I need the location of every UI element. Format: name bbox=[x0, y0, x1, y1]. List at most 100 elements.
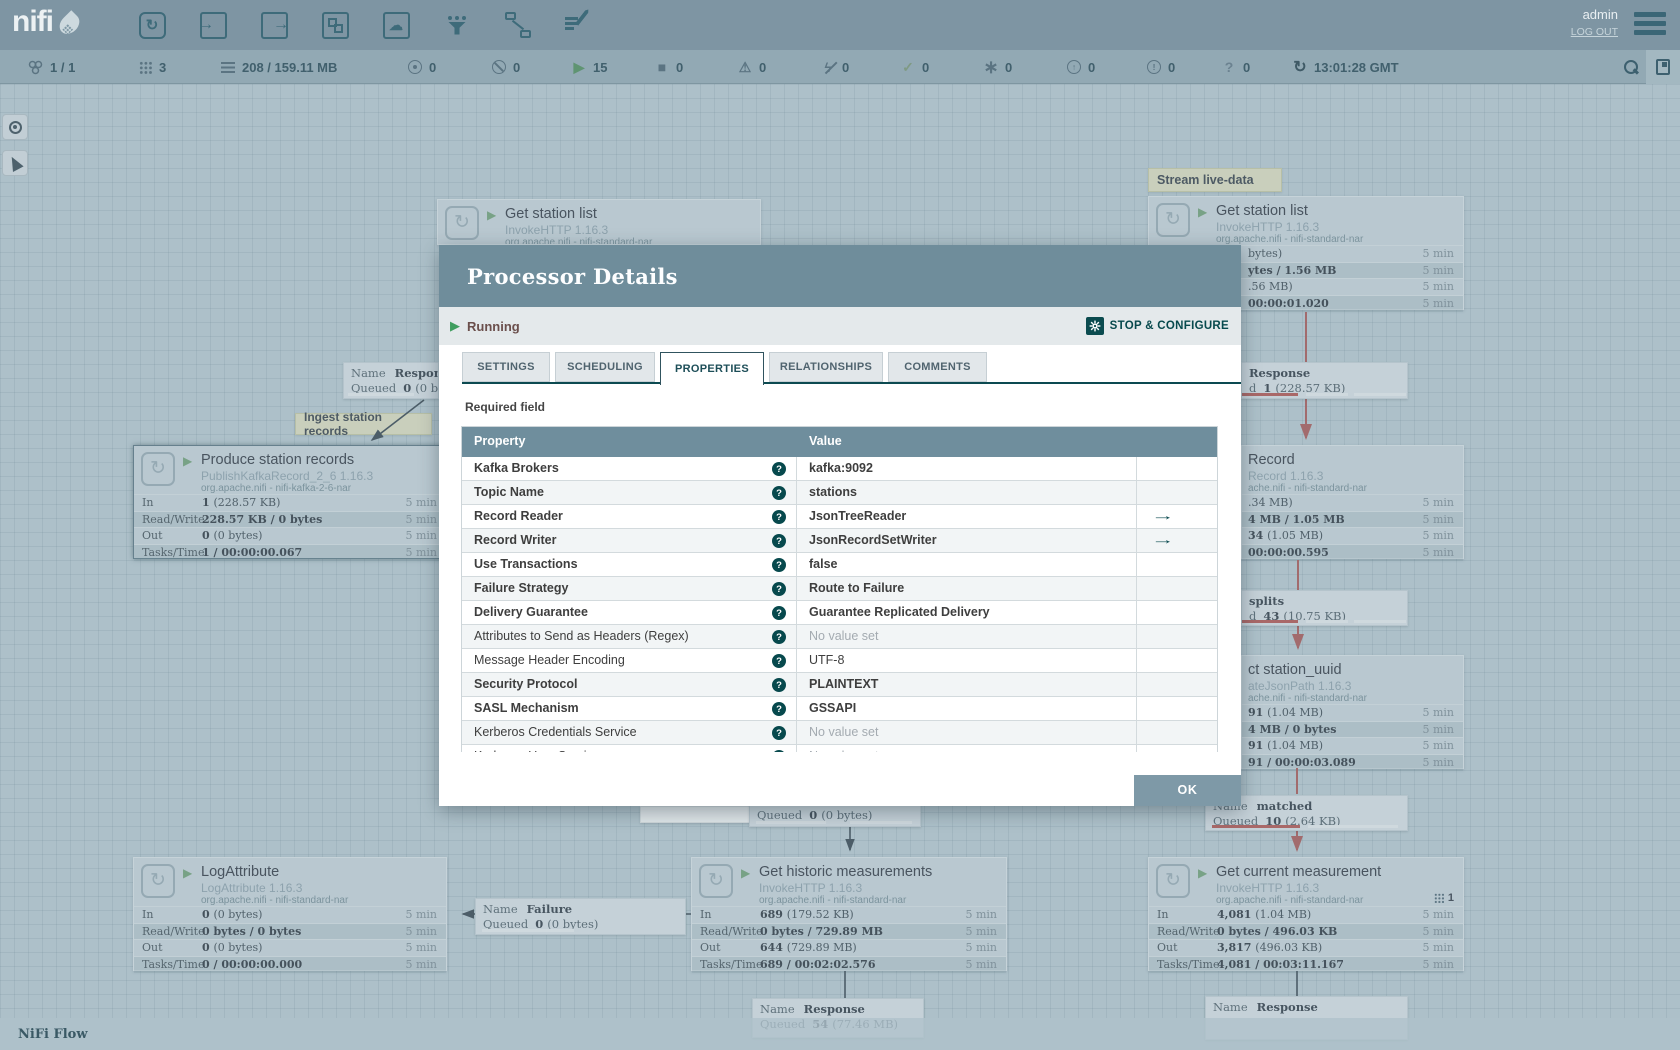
help-icon[interactable]: ? bbox=[772, 462, 786, 476]
help-icon[interactable]: ? bbox=[772, 678, 786, 692]
label-icon[interactable] bbox=[562, 8, 596, 42]
locate-button[interactable] bbox=[2, 114, 28, 140]
help-icon[interactable]: ? bbox=[772, 630, 786, 644]
connection-label-response-right[interactable]: Response d 1 (228.57 KB) bbox=[1241, 362, 1408, 399]
thread-count-badge: 1 bbox=[1433, 892, 1454, 904]
property-row: Topic Name? stations → bbox=[462, 481, 1217, 505]
property-value-cell[interactable]: JsonTreeReader bbox=[797, 505, 1137, 528]
processor-extract-station-uuid-clipped[interactable]: ct station_uuid ateJsonPath 1.16.3 ache.… bbox=[1241, 655, 1464, 771]
help-icon[interactable]: ? bbox=[772, 606, 786, 620]
queued-icon bbox=[220, 59, 236, 76]
property-value-cell[interactable]: UTF-8 bbox=[797, 649, 1137, 672]
threads-icon bbox=[1433, 893, 1444, 903]
remote-process-group-icon[interactable]: ☁ bbox=[379, 8, 413, 42]
search-button[interactable] bbox=[1624, 50, 1639, 84]
dialog-title: Processor Details bbox=[467, 263, 678, 289]
funnel-icon[interactable] bbox=[440, 8, 474, 42]
connection-label-clipped[interactable] bbox=[640, 806, 750, 823]
processor-stat-row: Out 0 (0 bytes) 5 min bbox=[134, 528, 446, 545]
dialog-status-row: ▶ Running STOP & CONFIGURE bbox=[439, 307, 1241, 345]
processor-stat-row: In 4,081 (1.04 MB) 5 min bbox=[1149, 907, 1463, 924]
processor-logattribute[interactable]: ↻ ▶ LogAttribute LogAttribute 1.16.3 org… bbox=[133, 857, 447, 973]
processor-stat-row: In 1 (228.57 KB) 5 min bbox=[134, 495, 446, 512]
property-value-cell[interactable]: Route to Failure bbox=[797, 577, 1137, 600]
dialog-tab[interactable]: RELATIONSHIPS bbox=[769, 352, 883, 382]
processor-produce-station-records[interactable]: ↻ ▶ Produce station records PublishKafka… bbox=[133, 445, 447, 561]
locally-modified-status: ∗ 0 bbox=[983, 56, 1013, 77]
refresh-icon[interactable]: ↻ bbox=[1292, 59, 1308, 76]
dialog-tab[interactable]: SCHEDULING bbox=[555, 352, 655, 382]
property-value-cell[interactable]: No value set bbox=[797, 745, 1137, 752]
invalid-icon: ⚠ bbox=[738, 58, 752, 75]
property-value-cell[interactable]: stations bbox=[797, 481, 1137, 504]
processor-get-current-measurement[interactable]: ↻ ▶ Get current measurement InvokeHTTP 1… bbox=[1148, 857, 1464, 973]
nifi-logo: nifi bbox=[12, 5, 84, 39]
processor-stat-row: Tasks/Time 1 / 00:00:00.067 5 min bbox=[134, 544, 446, 561]
process-group-icon[interactable] bbox=[318, 8, 352, 42]
property-value-cell[interactable]: false bbox=[797, 553, 1137, 576]
processor-stat-row: Tasks/Time 0 / 00:00:00.000 5 min bbox=[134, 956, 446, 973]
panel-toggle-button[interactable] bbox=[1646, 50, 1680, 84]
help-icon[interactable]: ? bbox=[772, 582, 786, 596]
status-bar: 1 / 1 3 208 / 159.11 MB 0 0 ▶ 15 ■ 0 ⚠ 0… bbox=[0, 50, 1680, 84]
help-icon[interactable]: ? bbox=[772, 558, 786, 572]
refresh-status[interactable]: ↻ 13:01:28 GMT bbox=[1292, 50, 1398, 84]
property-value-cell[interactable]: PLAINTEXT bbox=[797, 673, 1137, 696]
processor-stat-row: In 0 (0 bytes) 5 min bbox=[134, 907, 446, 924]
stop-and-configure-button[interactable]: STOP & CONFIGURE bbox=[1085, 307, 1229, 345]
connection-label-failure[interactable]: Name Failure Queued 0 (0 bytes) bbox=[475, 898, 686, 935]
nifi-drop-icon bbox=[55, 10, 84, 38]
property-name-cell: Delivery Guarantee? bbox=[462, 601, 797, 624]
goto-arrow-icon[interactable]: → bbox=[1151, 529, 1175, 552]
question-icon: ? bbox=[1224, 59, 1234, 75]
help-icon[interactable]: ? bbox=[772, 510, 786, 524]
output-port-icon[interactable]: → bbox=[257, 8, 291, 42]
dialog-tab[interactable]: SETTINGS bbox=[462, 352, 550, 382]
help-icon[interactable]: ? bbox=[772, 654, 786, 668]
property-value-cell[interactable]: kafka:9092 bbox=[797, 457, 1137, 480]
dialog-tab[interactable]: PROPERTIES bbox=[660, 352, 764, 385]
processor-record-clipped[interactable]: Record Record 1.16.3 ache.nifi - nifi-st… bbox=[1241, 445, 1464, 561]
flow-label-stream-live-data[interactable]: Stream live-data bbox=[1148, 168, 1282, 192]
help-icon[interactable]: ? bbox=[772, 750, 786, 752]
property-value-cell[interactable]: JsonRecordSetWriter bbox=[797, 529, 1137, 552]
dialog-tab[interactable]: COMMENTS bbox=[888, 352, 987, 382]
connection-label-splits[interactable]: splits d 43 (10.75 KB) bbox=[1241, 590, 1408, 626]
processor-icon: ↻ bbox=[141, 452, 175, 486]
connection-label-queued-mid[interactable]: Queued 0 (0 bytes) bbox=[749, 804, 921, 827]
processor-toolbar-icon[interactable]: ↻ bbox=[135, 8, 169, 42]
required-field-note: Required field bbox=[465, 400, 546, 414]
processor-stat-row: Tasks/Time 4,081 / 00:03:11.167 5 min bbox=[1149, 956, 1463, 973]
property-value-cell[interactable]: No value set bbox=[797, 625, 1137, 648]
dialog-tabs: SETTINGS SCHEDULING PROPERTIES RELATIONSHIP… bbox=[462, 352, 987, 385]
sync-failure-status: ? 0 bbox=[1221, 50, 1251, 84]
help-icon[interactable]: ? bbox=[772, 534, 786, 548]
goto-arrow-icon[interactable]: → bbox=[1151, 505, 1175, 528]
logout-link[interactable]: LOG OUT bbox=[1571, 26, 1618, 38]
help-icon[interactable]: ? bbox=[772, 486, 786, 500]
select-button[interactable] bbox=[2, 150, 28, 176]
property-value-cell[interactable]: GSSAPI bbox=[797, 697, 1137, 720]
help-icon[interactable]: ? bbox=[772, 702, 786, 716]
help-icon[interactable]: ? bbox=[772, 726, 786, 740]
goto-service-cell: → bbox=[1137, 697, 1217, 720]
template-icon[interactable] bbox=[501, 8, 535, 42]
locally-modified-stale-status: ! 0 bbox=[1146, 50, 1175, 84]
global-menu-icon[interactable] bbox=[1634, 12, 1666, 38]
property-value-cell[interactable]: Guarantee Replicated Delivery bbox=[797, 601, 1137, 624]
processor-get-station-list-top[interactable]: ↻ ▶ Get station list InvokeHTTP 1.16.3 o… bbox=[437, 199, 761, 245]
stopped-icon: ■ bbox=[657, 59, 667, 75]
search-icon[interactable] bbox=[1624, 59, 1639, 75]
queue-size-bar bbox=[348, 393, 414, 396]
flow-label-ingest-station-records[interactable]: Ingest station records bbox=[295, 410, 432, 438]
processor-stat-row: Out 0 (0 bytes) 5 min bbox=[134, 940, 446, 957]
queue-size-bar bbox=[850, 821, 912, 824]
processor-get-historic-measurements[interactable]: ↻ ▶ Get historic measurements InvokeHTTP… bbox=[691, 857, 1007, 973]
processor-icon: ↻ bbox=[699, 864, 733, 898]
connection-label-response-left[interactable]: NameResponse Queued0(0 bytes bbox=[343, 362, 439, 399]
input-port-icon[interactable]: → bbox=[196, 8, 230, 42]
ok-button[interactable]: OK bbox=[1134, 775, 1241, 806]
breadcrumb[interactable]: NiFi Flow bbox=[18, 1027, 88, 1042]
property-value-cell[interactable]: No value set bbox=[797, 721, 1137, 744]
queue-size-bar bbox=[1354, 393, 1406, 396]
